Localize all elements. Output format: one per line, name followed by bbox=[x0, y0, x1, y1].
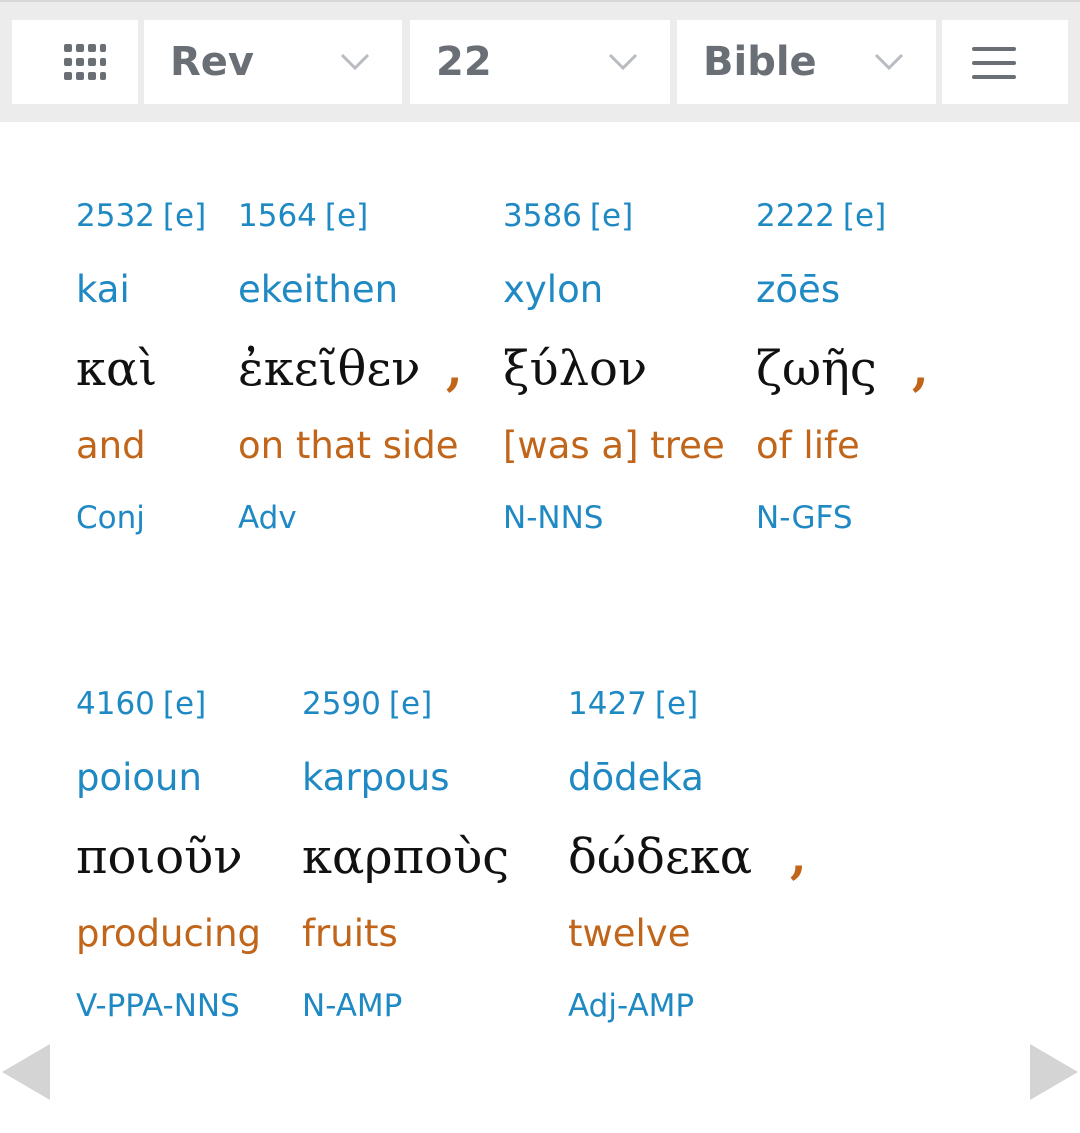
greek-word: ξύλον bbox=[503, 341, 648, 397]
parsing-link[interactable]: Adj-AMP bbox=[568, 988, 694, 1024]
book-select[interactable]: Rev bbox=[144, 20, 402, 104]
chevron-down-icon bbox=[608, 53, 638, 71]
transliteration: poioun bbox=[76, 756, 202, 799]
previous-arrow-icon[interactable] bbox=[0, 1042, 52, 1102]
strongs-link[interactable]: 2222 [e] bbox=[756, 198, 886, 234]
strongs-link[interactable]: 3586 [e] bbox=[503, 198, 633, 234]
interlinear-word: 2532 [e] kai καὶ and Conj bbox=[76, 198, 226, 538]
book-select-value: Rev bbox=[170, 39, 255, 85]
transliteration: zōēs bbox=[756, 268, 841, 311]
greek-word: δώδεκα bbox=[568, 829, 753, 885]
greek-word: ποιοῦν bbox=[76, 829, 243, 885]
transliteration: ekeithen bbox=[238, 268, 399, 311]
top-toolbar: Rev 22 Bible bbox=[0, 0, 1080, 122]
english-gloss: [was a] tree bbox=[503, 424, 725, 467]
english-gloss: and bbox=[76, 424, 146, 467]
english-gloss: of life bbox=[756, 424, 860, 467]
strongs-link[interactable]: 1564 [e] bbox=[238, 198, 368, 234]
english-gloss: twelve bbox=[568, 912, 691, 955]
chevron-down-icon bbox=[874, 53, 904, 71]
parsing-link[interactable]: Adv bbox=[238, 500, 297, 536]
strongs-link[interactable]: 1427 [e] bbox=[568, 686, 698, 722]
chevron-down-icon bbox=[340, 53, 370, 71]
parsing-link[interactable]: N-NNS bbox=[503, 500, 603, 536]
english-gloss: producing bbox=[76, 912, 262, 955]
transliteration: xylon bbox=[503, 268, 604, 311]
strongs-link[interactable]: 2532 [e] bbox=[76, 198, 206, 234]
parsing-link[interactable]: Conj bbox=[76, 500, 145, 536]
punctuation-mark: , bbox=[790, 829, 807, 885]
transliteration: dōdeka bbox=[568, 756, 704, 799]
menu-button[interactable] bbox=[942, 20, 1068, 104]
interlinear-word: 4160 [e] poioun ποιοῦν producing V-PPA-NN… bbox=[76, 686, 296, 1026]
english-gloss: fruits bbox=[302, 912, 398, 955]
strongs-link[interactable]: 2590 [e] bbox=[302, 686, 432, 722]
english-gloss: on that side bbox=[238, 424, 459, 467]
parsing-link[interactable]: N-AMP bbox=[302, 988, 402, 1024]
interlinear-word: 1427 [e] dōdeka δώδεκα twelve Adj-AMP bbox=[568, 686, 798, 1026]
punctuation-mark: , bbox=[446, 341, 463, 397]
version-select[interactable]: Bible bbox=[677, 20, 936, 104]
interlinear-word: 3586 [e] xylon ξύλον [was a] tree N-NNS bbox=[503, 198, 743, 538]
apps-grid-button[interactable] bbox=[12, 20, 138, 104]
greek-word: καὶ bbox=[76, 341, 158, 397]
chapter-select[interactable]: 22 bbox=[410, 20, 670, 104]
chapter-select-value: 22 bbox=[436, 39, 492, 85]
parsing-link[interactable]: N-GFS bbox=[756, 500, 853, 536]
greek-word: ζωῆς bbox=[756, 341, 877, 397]
transliteration: karpous bbox=[302, 756, 450, 799]
parsing-link[interactable]: V-PPA-NNS bbox=[76, 988, 240, 1024]
interlinear-word: 2590 [e] karpous καρποὺς fruits N-AMP bbox=[302, 686, 552, 1026]
version-select-value: Bible bbox=[703, 39, 817, 85]
greek-word: καρποὺς bbox=[302, 829, 510, 885]
apps-grid-icon bbox=[64, 44, 106, 80]
punctuation-mark: , bbox=[912, 341, 929, 397]
hamburger-menu-icon bbox=[972, 47, 1016, 79]
greek-word: ἐκεῖθεν bbox=[238, 341, 421, 397]
strongs-link[interactable]: 4160 [e] bbox=[76, 686, 206, 722]
transliteration: kai bbox=[76, 268, 130, 311]
next-arrow-icon[interactable] bbox=[1028, 1042, 1080, 1102]
